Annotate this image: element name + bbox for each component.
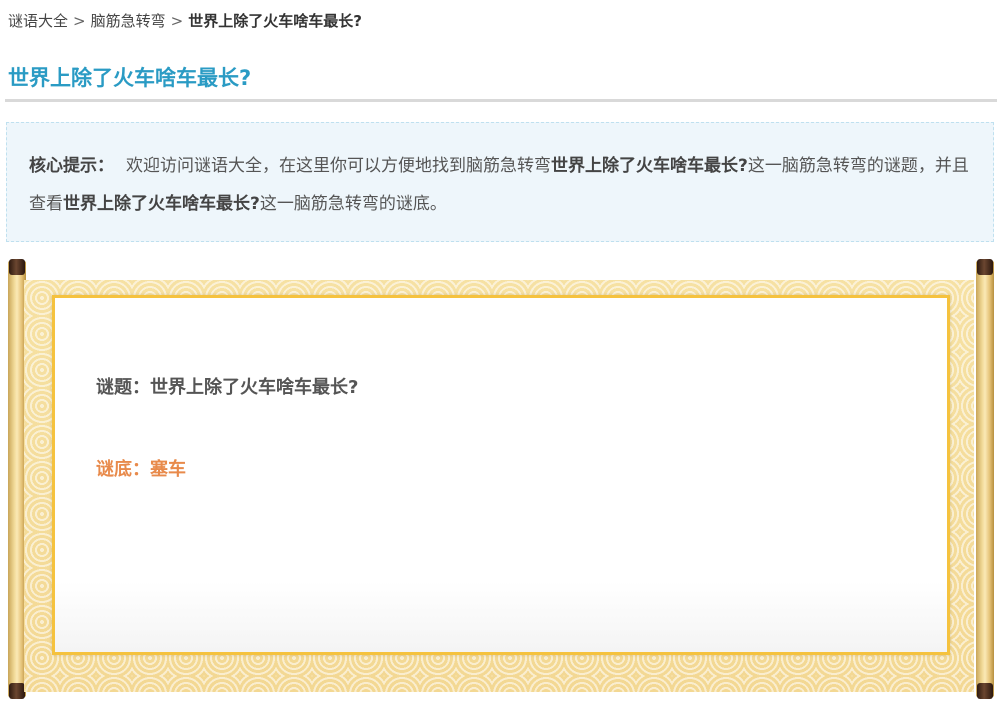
breadcrumb: 谜语大全 > 脑筋急转弯 > 世界上除了火车啥车最长? <box>8 10 362 31</box>
hint-box: 核心提示： 欢迎访问谜语大全，在这里你可以方便地找到脑筋急转弯世界上除了火车啥车最… <box>6 122 994 242</box>
hint-text: 这一脑筋急转弯的谜底。 <box>259 194 447 214</box>
scroll-rod-cap <box>9 683 25 699</box>
breadcrumb-separator: > <box>170 12 184 30</box>
hint-bold-title: 世界上除了火车啥车最长? <box>551 156 748 176</box>
breadcrumb-link-brain-teasers[interactable]: 脑筋急转弯 <box>91 12 166 30</box>
scroll-rod-cap <box>977 259 993 275</box>
riddle-question-label: 谜题： <box>96 377 150 398</box>
riddle-answer-label: 谜底： <box>96 459 150 480</box>
scroll-rod-cap <box>9 259 25 275</box>
hint-label: 核心提示： <box>29 156 114 176</box>
breadcrumb-current: 世界上除了火车啥车最长? <box>188 12 362 30</box>
riddle-question: 谜题：世界上除了火车啥车最长? <box>96 373 358 399</box>
scroll-rod-right <box>976 259 994 699</box>
riddle-answer-text: 塞车 <box>150 459 186 480</box>
title-divider <box>5 99 997 102</box>
riddle-question-text: 世界上除了火车啥车最长? <box>150 377 359 398</box>
riddle-answer: 谜底：塞车 <box>96 455 186 481</box>
page-title: 世界上除了火车啥车最长? <box>8 66 252 90</box>
breadcrumb-link-riddles[interactable]: 谜语大全 <box>8 12 68 30</box>
breadcrumb-separator: > <box>73 12 86 30</box>
hint-bold-title: 世界上除了火车啥车最长? <box>63 194 260 214</box>
scroll-rod-cap <box>977 683 993 699</box>
riddle-card <box>52 295 950 655</box>
hint-text: 欢迎访问谜语大全，在这里你可以方便地找到脑筋急转弯 <box>126 156 551 176</box>
